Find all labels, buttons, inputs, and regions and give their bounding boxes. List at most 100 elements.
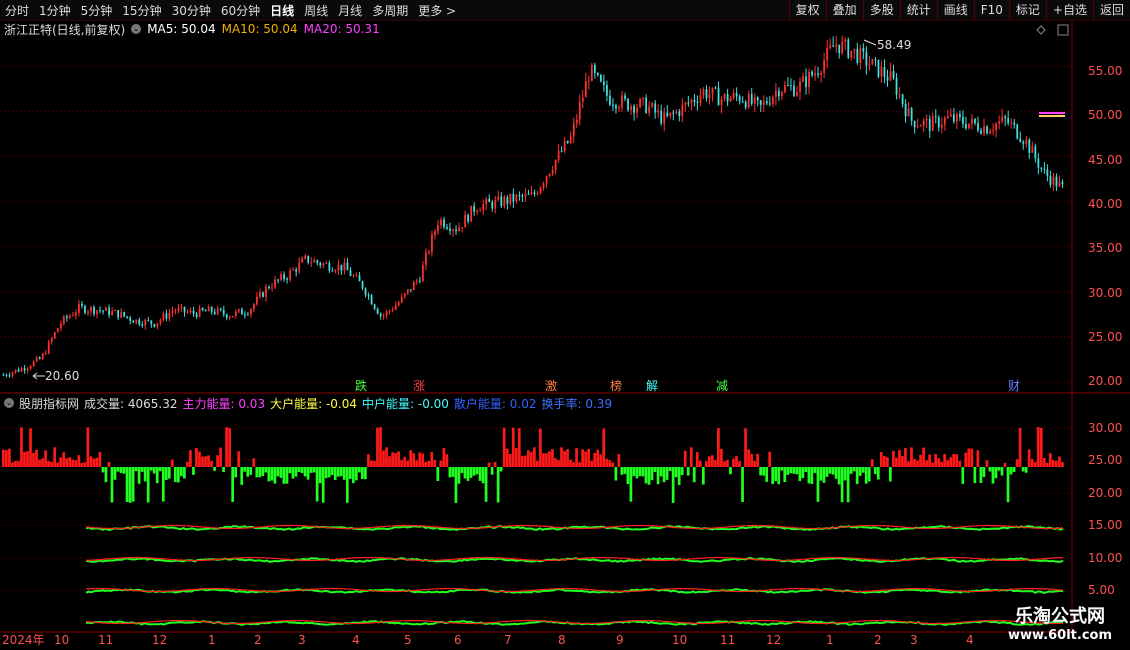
candle bbox=[105, 306, 107, 312]
stats-button[interactable]: 统计 bbox=[899, 0, 937, 20]
tab-time-share[interactable]: 分时 bbox=[0, 2, 34, 19]
candle bbox=[853, 48, 856, 59]
histogram-bar bbox=[83, 462, 87, 467]
tab-multi-period[interactable]: 多周期 bbox=[367, 2, 413, 19]
histogram-bar bbox=[671, 467, 675, 503]
histogram-bar bbox=[86, 427, 90, 467]
candle bbox=[219, 307, 222, 312]
histogram-bar bbox=[545, 453, 548, 467]
candle bbox=[126, 315, 129, 319]
event-marker[interactable]: 榜 bbox=[610, 378, 622, 393]
tab-60min[interactable]: 60分钟 bbox=[216, 2, 265, 19]
histogram-bar bbox=[463, 467, 467, 479]
candle bbox=[808, 68, 810, 95]
candle bbox=[814, 65, 816, 81]
histogram-bar bbox=[837, 467, 841, 485]
histogram-bar bbox=[11, 462, 14, 467]
histogram-bar bbox=[167, 467, 171, 479]
candle bbox=[599, 73, 602, 83]
histogram-bar bbox=[62, 452, 66, 467]
histogram-bar bbox=[152, 467, 156, 474]
candle bbox=[955, 112, 958, 129]
price-tick: 45.00 bbox=[1088, 153, 1122, 167]
candle bbox=[171, 306, 174, 317]
histogram-bar bbox=[584, 451, 588, 467]
histogram-bar bbox=[291, 467, 295, 479]
histogram-bar bbox=[774, 467, 778, 482]
back-button[interactable]: 返回 bbox=[1092, 0, 1130, 20]
candle bbox=[379, 312, 382, 320]
histogram-bar bbox=[1021, 467, 1025, 472]
candle bbox=[642, 97, 645, 106]
histogram-bar bbox=[231, 467, 235, 502]
candle bbox=[271, 282, 273, 292]
event-marker[interactable]: 跌 bbox=[355, 378, 367, 393]
candle bbox=[331, 267, 334, 272]
multi-stock-button[interactable]: 多股 bbox=[862, 0, 900, 20]
tab-1min[interactable]: 1分钟 bbox=[34, 2, 76, 19]
f10-button[interactable]: F10 bbox=[973, 0, 1009, 20]
candle bbox=[406, 289, 409, 296]
candle bbox=[705, 85, 708, 102]
candle bbox=[87, 309, 89, 317]
candle bbox=[829, 38, 832, 50]
event-marker[interactable]: 减 bbox=[716, 379, 728, 393]
candle bbox=[711, 87, 714, 102]
tab-weekly[interactable]: 周线 bbox=[299, 2, 333, 19]
histogram-bar bbox=[677, 467, 681, 486]
overlay-button[interactable]: 叠加 bbox=[825, 0, 863, 20]
candle bbox=[385, 309, 388, 320]
histogram-bar bbox=[988, 467, 992, 472]
price-gridlines bbox=[0, 65, 1072, 383]
candle bbox=[886, 69, 889, 87]
add-watchlist-button[interactable]: +自选 bbox=[1045, 0, 1093, 20]
event-marker[interactable]: 财 bbox=[1008, 379, 1020, 393]
histogram-bar bbox=[768, 451, 772, 467]
draw-line-button[interactable]: 画线 bbox=[936, 0, 974, 20]
event-marker[interactable]: 涨 bbox=[413, 378, 425, 393]
histogram-bar bbox=[885, 457, 889, 467]
candle bbox=[123, 311, 126, 318]
event-marker[interactable]: 解 bbox=[646, 379, 658, 393]
low-marker-arrow bbox=[32, 372, 45, 380]
candle bbox=[913, 120, 916, 134]
candle bbox=[237, 308, 240, 314]
candle bbox=[397, 300, 400, 307]
histogram-bar bbox=[635, 467, 639, 479]
candle bbox=[59, 320, 62, 332]
tab-15min[interactable]: 15分钟 bbox=[117, 2, 166, 19]
event-marker[interactable]: 激 bbox=[545, 379, 557, 393]
histogram-bar bbox=[101, 467, 105, 473]
histogram-bar bbox=[937, 458, 940, 467]
restore-rights-button[interactable]: 复权 bbox=[788, 0, 826, 20]
energy-histogram bbox=[2, 427, 1064, 503]
candle bbox=[633, 104, 635, 121]
candle bbox=[805, 68, 807, 95]
histogram-bar bbox=[1003, 462, 1007, 467]
mark-button[interactable]: 标记 bbox=[1008, 0, 1046, 20]
candle bbox=[756, 96, 759, 107]
candle bbox=[838, 44, 841, 59]
histogram-bar bbox=[243, 467, 247, 472]
tab-more[interactable]: 更多 > bbox=[413, 2, 461, 19]
candle bbox=[141, 321, 144, 328]
candle bbox=[102, 309, 104, 315]
candle bbox=[491, 199, 494, 212]
settings-dropdown-icon[interactable]: ⌄ bbox=[131, 24, 142, 34]
candle bbox=[388, 309, 391, 315]
tab-monthly[interactable]: 月线 bbox=[333, 2, 367, 19]
tab-daily[interactable]: 日线 bbox=[265, 2, 299, 19]
histogram-bar bbox=[572, 462, 575, 467]
histogram-bar bbox=[997, 467, 1001, 471]
histogram-bar bbox=[653, 467, 657, 473]
histogram-bar bbox=[729, 467, 732, 475]
candle bbox=[603, 74, 605, 92]
histogram-bar bbox=[707, 456, 711, 467]
candle bbox=[99, 306, 101, 314]
indicator-dropdown-icon[interactable]: ⌄ bbox=[4, 398, 14, 408]
histogram-bar bbox=[777, 467, 781, 485]
candle bbox=[228, 315, 231, 321]
tab-30min[interactable]: 30分钟 bbox=[167, 2, 216, 19]
tab-5min[interactable]: 5分钟 bbox=[76, 2, 118, 19]
candle bbox=[192, 306, 195, 317]
